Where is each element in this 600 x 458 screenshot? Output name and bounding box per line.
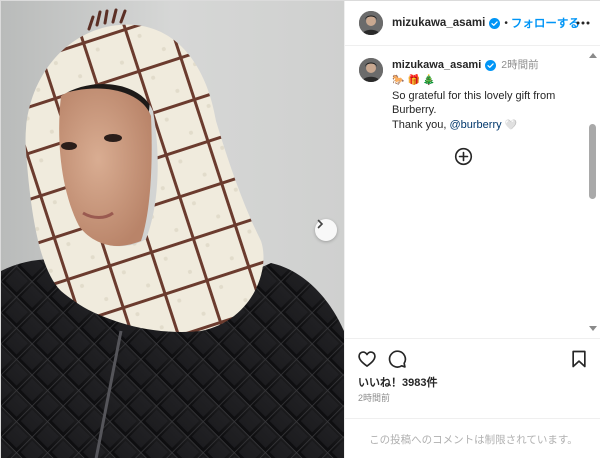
separator-dot: •: [504, 17, 508, 29]
caption-line-2: Burberry.: [392, 104, 437, 116]
avatar[interactable]: [359, 11, 383, 35]
horse-emoji: 🐎: [392, 74, 405, 86]
caption-scrollbar[interactable]: [588, 46, 597, 338]
white-heart-emoji: 🤍: [504, 119, 518, 131]
caption-thanks: Thank you,: [392, 118, 447, 131]
caption-body: mizukawa_asami 2時間前 🐎 🎁 🎄 So grateful fo…: [392, 58, 555, 133]
scroll-down-arrow[interactable]: [589, 326, 597, 331]
caption-area: mizukawa_asami 2時間前 🐎 🎁 🎄 So grateful fo…: [345, 46, 600, 338]
verified-badge-icon: [489, 17, 501, 29]
instagram-post-embed: mizukawa_asami • フォローする mizukawa_asami 2…: [0, 0, 600, 458]
post-photo[interactable]: [1, 1, 344, 458]
action-bar: いいね！3983件 2時間前: [345, 338, 600, 418]
comments-restricted-notice: この投稿へのコメントは制限されています。: [345, 418, 600, 458]
tree-emoji: 🎄: [422, 74, 436, 86]
post-sidebar: mizukawa_asami • フォローする mizukawa_asami 2…: [344, 1, 600, 458]
follow-button[interactable]: フォローする: [511, 15, 580, 31]
caption-username[interactable]: mizukawa_asami: [392, 58, 481, 73]
post-timestamp[interactable]: 2時間前: [358, 391, 390, 404]
verified-badge-icon: [485, 59, 497, 71]
scroll-thumb[interactable]: [589, 124, 596, 199]
caption-header: mizukawa_asami 2時間前: [392, 58, 555, 73]
like-count[interactable]: いいね！3983件: [358, 374, 437, 390]
chevron-right-icon: [317, 219, 324, 229]
caption-emojis: 🐎 🎁 🎄: [392, 74, 555, 88]
mention-link[interactable]: @burberry: [449, 119, 501, 131]
caption-avatar[interactable]: [359, 58, 383, 82]
avatar-image: [359, 11, 383, 35]
comment-icon[interactable]: [387, 349, 407, 369]
avatar-image: [359, 58, 383, 82]
caption-row: mizukawa_asami 2時間前 🐎 🎁 🎄 So grateful fo…: [359, 58, 584, 133]
heart-icon[interactable]: [357, 349, 377, 369]
gift-emoji: 🎁: [407, 74, 420, 86]
bookmark-icon[interactable]: [569, 349, 589, 369]
next-photo-button[interactable]: [315, 219, 337, 241]
post-header: mizukawa_asami • フォローする: [345, 1, 600, 46]
caption-line-1: So grateful for this lovely gift from: [392, 89, 556, 102]
plus-circle-icon[interactable]: [454, 147, 473, 166]
caption-line-3: Thank you, @burberry 🤍: [392, 118, 555, 134]
caption-time[interactable]: 2時間前: [501, 58, 538, 73]
photo-image: [1, 1, 344, 458]
username[interactable]: mizukawa_asami: [392, 17, 485, 29]
scroll-up-arrow[interactable]: [589, 53, 597, 58]
more-options-icon[interactable]: [576, 16, 590, 30]
